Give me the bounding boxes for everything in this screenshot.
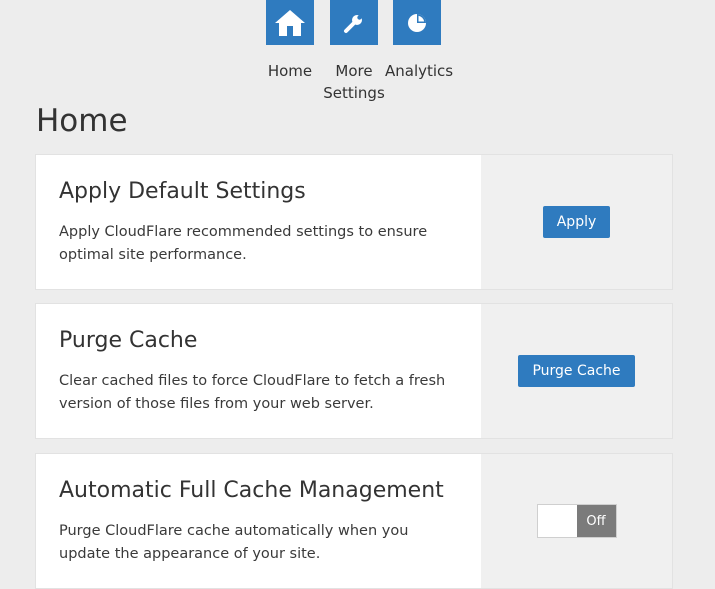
nav-tile-more-settings[interactable] <box>330 0 378 45</box>
nav-label-more-settings: More Settings <box>323 62 385 102</box>
nav-item-analytics[interactable]: Analytics <box>385 0 454 82</box>
apply-button[interactable]: Apply <box>542 206 611 238</box>
purge-cache-card: Purge Cache Clear cached files to force … <box>36 304 672 438</box>
card-description: Clear cached files to force CloudFlare t… <box>59 373 446 412</box>
toggle-state-label: Off <box>576 505 616 537</box>
card-action-panel: Off <box>481 454 672 588</box>
top-navigation: Home More Settings Analytics <box>0 0 715 110</box>
automatic-cache-toggle[interactable]: Off <box>536 504 617 538</box>
card-description: Purge CloudFlare cache automatically whe… <box>59 523 409 562</box>
purge-cache-button[interactable]: Purge Cache <box>518 355 635 387</box>
nav-tile-analytics[interactable] <box>393 0 441 45</box>
home-icon <box>275 9 305 36</box>
card-description: Apply CloudFlare recommended settings to… <box>59 224 428 263</box>
card-content: Apply Default Settings Apply CloudFlare … <box>36 155 481 289</box>
nav-label-home: Home <box>267 62 313 80</box>
wrench-icon <box>344 14 362 33</box>
toggle-knob[interactable] <box>537 505 577 537</box>
apply-default-settings-card: Apply Default Settings Apply CloudFlare … <box>36 155 672 289</box>
card-action-panel: Apply <box>481 155 672 289</box>
nav-label-analytics: Analytics <box>385 62 454 80</box>
card-action-panel: Purge Cache <box>481 304 672 438</box>
card-content: Automatic Full Cache Management Purge Cl… <box>36 454 481 588</box>
card-title: Purge Cache <box>59 328 198 353</box>
page-title: Home <box>36 103 128 139</box>
nav-item-more-settings[interactable]: More Settings <box>322 0 386 104</box>
card-title: Apply Default Settings <box>59 179 306 204</box>
card-title: Automatic Full Cache Management <box>59 478 444 503</box>
pie-chart-icon <box>408 13 426 32</box>
nav-tile-home[interactable] <box>266 0 314 45</box>
automatic-cache-management-card: Automatic Full Cache Management Purge Cl… <box>36 454 672 588</box>
nav-item-home[interactable]: Home <box>258 0 322 82</box>
card-content: Purge Cache Clear cached files to force … <box>36 304 481 438</box>
